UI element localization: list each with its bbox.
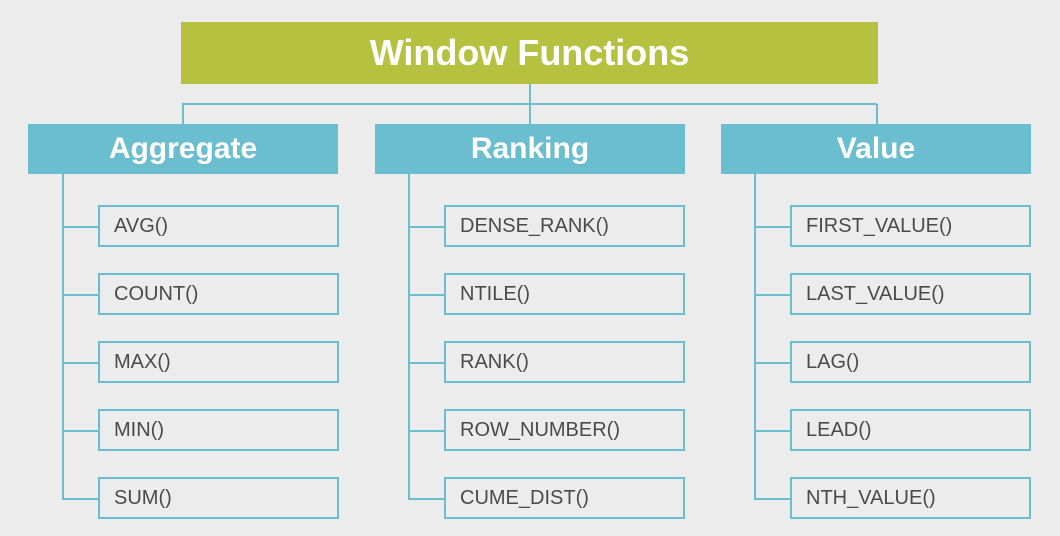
root-title: Window Functions [370, 32, 690, 74]
func-label: COUNT() [114, 283, 198, 306]
func-item: CUME_DIST() [444, 477, 685, 519]
func-label: DENSE_RANK() [460, 215, 609, 238]
connector-line [756, 362, 790, 364]
func-item: NTILE() [444, 273, 685, 315]
func-label: RANK() [460, 351, 529, 374]
func-label: ROW_NUMBER() [460, 419, 620, 442]
connector-line [64, 498, 98, 500]
func-item: LEAD() [790, 409, 1031, 451]
func-label: NTH_VALUE() [806, 487, 936, 510]
category-value: Value [721, 124, 1031, 174]
func-label: LAST_VALUE() [806, 283, 945, 306]
category-aggregate: Aggregate [28, 124, 338, 174]
func-label: FIRST_VALUE() [806, 215, 952, 238]
connector-line [408, 174, 410, 500]
connector-line [64, 226, 98, 228]
category-label: Aggregate [109, 132, 257, 166]
connector-line [410, 294, 444, 296]
category-ranking: Ranking [375, 124, 685, 174]
func-label: CUME_DIST() [460, 487, 589, 510]
connector-line [64, 362, 98, 364]
connector-line [62, 174, 64, 500]
connector-line [410, 362, 444, 364]
func-label: AVG() [114, 215, 168, 238]
func-label: MIN() [114, 419, 164, 442]
connector-line [64, 430, 98, 432]
func-item: ROW_NUMBER() [444, 409, 685, 451]
func-item: LAG() [790, 341, 1031, 383]
connector-line [754, 174, 756, 500]
connector-line [529, 84, 531, 104]
func-label: SUM() [114, 487, 172, 510]
connector-line [756, 226, 790, 228]
connector-line [410, 498, 444, 500]
root-title-box: Window Functions [181, 22, 878, 84]
func-label: LEAD() [806, 419, 872, 442]
func-label: LAG() [806, 351, 859, 374]
category-label: Value [837, 132, 915, 166]
func-item: LAST_VALUE() [790, 273, 1031, 315]
connector-line [529, 104, 531, 124]
func-item: FIRST_VALUE() [790, 205, 1031, 247]
func-item: COUNT() [98, 273, 339, 315]
func-item: MAX() [98, 341, 339, 383]
connector-line [410, 226, 444, 228]
func-item: AVG() [98, 205, 339, 247]
connector-line [876, 104, 878, 124]
category-label: Ranking [471, 132, 589, 166]
connector-line [756, 430, 790, 432]
func-item: RANK() [444, 341, 685, 383]
connector-line [182, 104, 184, 124]
func-label: NTILE() [460, 283, 530, 306]
connector-line [64, 294, 98, 296]
func-item: SUM() [98, 477, 339, 519]
connector-line [756, 498, 790, 500]
connector-line [410, 430, 444, 432]
func-label: MAX() [114, 351, 171, 374]
func-item: MIN() [98, 409, 339, 451]
func-item: NTH_VALUE() [790, 477, 1031, 519]
connector-line [756, 294, 790, 296]
func-item: DENSE_RANK() [444, 205, 685, 247]
